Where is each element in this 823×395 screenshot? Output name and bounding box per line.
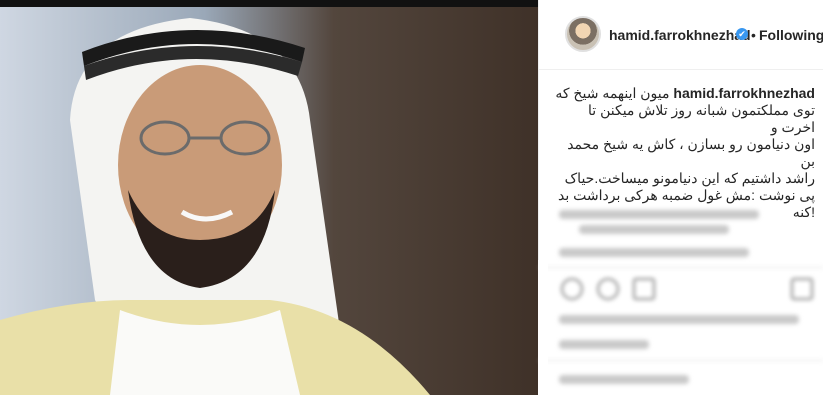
separator-dot: • [751,27,756,43]
caption-line-4: راشد داشتیم که این دنیامونو میساخت.حیاک [564,170,815,186]
caption-line-1-text: میون اینهمه شیخ که [555,85,670,101]
blurred-comment [559,248,749,257]
following-button[interactable]: Following [759,27,823,43]
portrait-illustration [0,18,430,395]
blurred-comment [579,225,729,234]
post-caption: hamid.farrokhnezhad میون اینهمه شیخ که ت… [553,85,815,221]
divider [539,360,823,361]
caption-username[interactable]: hamid.farrokhnezhad [673,85,815,101]
blurred-comment [559,210,759,219]
post-header: hamid.farrokhnezhad ✔ • Following [539,0,823,70]
caption-line-5: پی نوشت :مش غول ضمبه هرکی برداشت بد [558,187,815,203]
caption-line-1: hamid.farrokhnezhad میون اینهمه شیخ که [553,85,815,102]
blurred-add-comment [559,375,689,384]
username-link[interactable]: hamid.farrokhnezhad [609,27,751,43]
bookmark-icon[interactable] [791,278,813,300]
panel-edge [538,260,548,395]
instagram-post-view: hamid.farrokhnezhad ✔ • Following hamid.… [0,0,823,395]
blurred-comments-area [539,205,823,395]
caption-line-3: اون دنیامون رو بسازن ، کاش یه شیخ محمد ب… [567,136,815,169]
blurred-likes [559,315,799,324]
verified-badge-icon: ✔ [736,28,748,40]
divider [539,267,823,268]
post-photo[interactable] [0,0,538,395]
share-icon[interactable] [633,278,655,300]
post-side-panel: hamid.farrokhnezhad ✔ • Following hamid.… [538,0,823,395]
blurred-timestamp [559,340,649,349]
comment-icon[interactable] [597,278,619,300]
caption-line-2: توی مملکتمون شبانه روز تلاش میکنن تا اخر… [588,102,815,135]
heart-icon[interactable] [561,278,583,300]
avatar-icon[interactable] [565,16,601,52]
